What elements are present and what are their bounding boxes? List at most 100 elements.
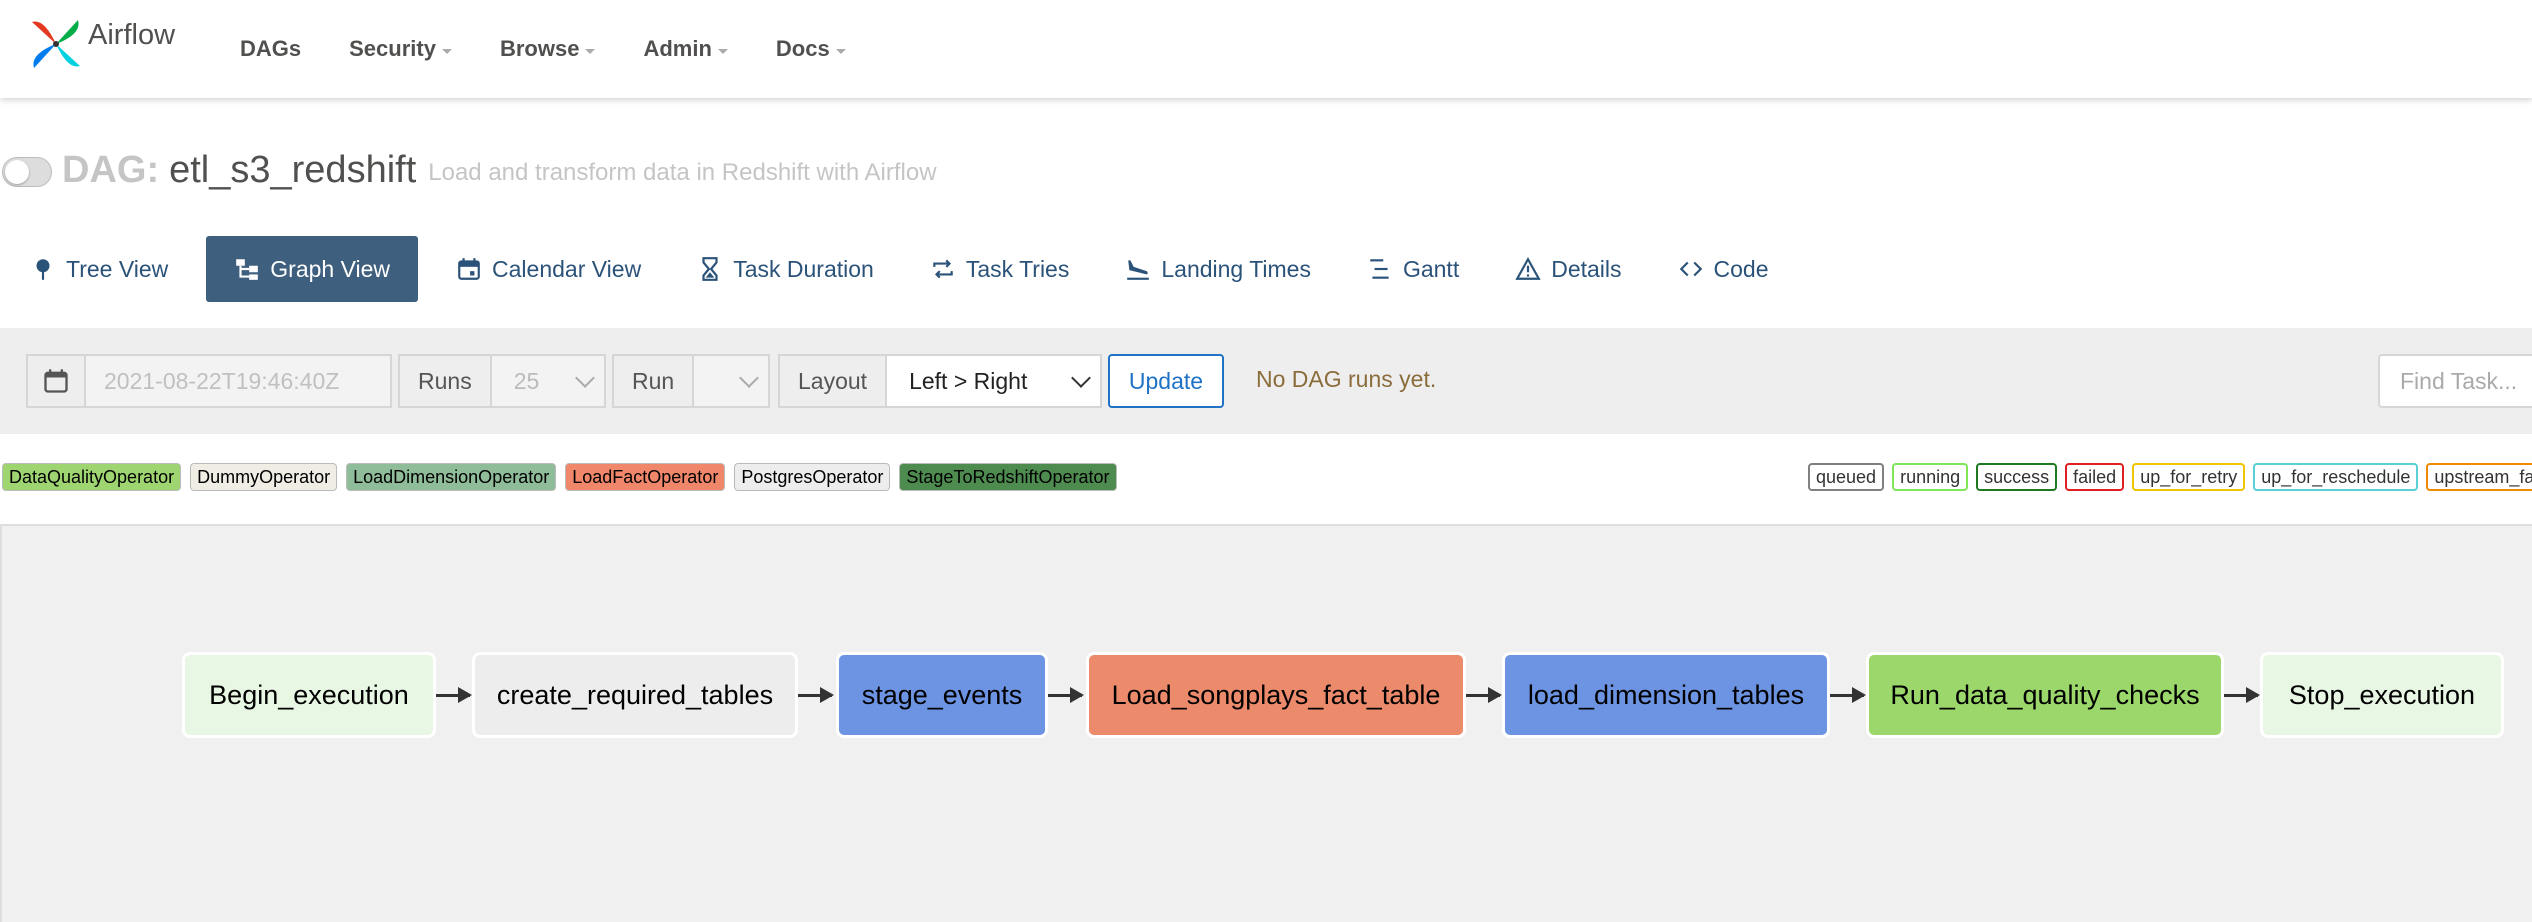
update-button[interactable]: Update [1108, 354, 1224, 408]
caret-down-icon [717, 48, 728, 54]
runs-select-value: 25 [513, 367, 540, 394]
state-filter[interactable]: queued [1808, 463, 1885, 491]
tab-landing-times[interactable]: Landing Times [1097, 236, 1339, 302]
nav-docs-label: Docs [775, 36, 830, 61]
run-group: Run [612, 354, 770, 408]
chevron-down-icon [575, 368, 595, 388]
base-date-group: 2021-08-22T19:46:40Z [26, 354, 392, 408]
dag-title: etl_s3_redshift [169, 148, 417, 191]
nav-admin-label: Admin [643, 36, 712, 61]
state-filter[interactable]: up_for_reschedule [2253, 463, 2419, 491]
nav-browse-label: Browse [499, 36, 580, 61]
calendar-icon [458, 258, 480, 280]
legend-operator: DummyOperator [190, 463, 338, 491]
top-navbar: Airflow DAGs Security Browse Admin Docs [0, 0, 2532, 98]
nav-dags-label: DAGs [240, 36, 302, 61]
caret-down-icon [835, 48, 846, 54]
operator-legend: DataQualityOperator DummyOperator LoadDi… [2, 463, 1126, 491]
tab-label: Task Tries [965, 255, 1070, 282]
run-select[interactable] [694, 356, 768, 406]
legend-operator: LoadDimensionOperator [346, 463, 557, 491]
tab-tree-view[interactable]: Tree View [0, 236, 196, 302]
tab-label: Gantt [1402, 255, 1460, 282]
tab-gantt[interactable]: Gantt [1339, 236, 1487, 302]
layout-select-value: Left > Right [909, 367, 1028, 394]
task-node[interactable]: Begin_execution [182, 652, 436, 738]
dag-graph-canvas[interactable]: Begin_execution create_required_tables s… [0, 524, 2532, 922]
nav-security-label: Security [349, 36, 436, 61]
edge-arrow [436, 687, 472, 703]
layout-label: Layout [780, 356, 888, 406]
tab-label: Landing Times [1161, 255, 1311, 282]
edge-arrow [1048, 687, 1084, 703]
legend-operator: PostgresOperator [734, 463, 891, 491]
dag-description: Load and transform data in Redshift with… [428, 159, 937, 186]
tab-task-duration[interactable]: Task Duration [669, 236, 902, 302]
nav-dags[interactable]: DAGs [240, 36, 301, 62]
legend-operator: LoadFactOperator [565, 463, 726, 491]
caret-down-icon [441, 48, 452, 54]
edge-arrow [2224, 687, 2260, 703]
graph-view-icon [236, 259, 259, 280]
legend-operator: StageToRedshiftOperator [899, 463, 1117, 491]
status-message: No DAG runs yet. [1256, 366, 1437, 392]
task-node[interactable]: stage_events [836, 652, 1048, 738]
task-node[interactable]: Run_data_quality_checks [1866, 652, 2224, 738]
find-task-input[interactable]: Find Task... [2378, 354, 2532, 408]
nav-browse-dropdown[interactable]: Browse [499, 36, 596, 62]
task-node[interactable]: load_dimension_tables [1502, 652, 1830, 738]
hourglass-icon [702, 257, 718, 281]
dag-prefix: DAG: [62, 148, 160, 191]
runs-label: Runs [400, 356, 492, 406]
nav-docs-dropdown[interactable]: Docs [776, 36, 846, 62]
state-filter[interactable]: success [1976, 463, 2058, 491]
tree-view-icon [36, 259, 50, 280]
edge-arrow [1466, 687, 1502, 703]
tab-details[interactable]: Details [1487, 236, 1649, 302]
airflow-logo-icon [32, 20, 80, 68]
caret-down-icon [585, 48, 596, 54]
repeat-icon [933, 259, 953, 279]
tab-label: Task Duration [733, 255, 874, 282]
runs-group: Runs 25 [398, 354, 606, 408]
state-filter[interactable]: upstream_failed [2426, 463, 2532, 491]
base-date-input[interactable]: 2021-08-22T19:46:40Z [86, 356, 357, 406]
brand-link[interactable]: Airflow [26, 14, 175, 74]
code-icon [1679, 261, 1702, 277]
brand-name: Airflow [88, 18, 176, 51]
dag-pause-toggle[interactable] [2, 157, 52, 187]
chevron-down-icon [1071, 368, 1091, 388]
layout-group: Layout Left > Right [778, 354, 1102, 408]
tab-graph-view[interactable]: Graph View [206, 236, 419, 302]
runs-select[interactable]: 25 [492, 356, 604, 406]
tab-label: Code [1713, 255, 1769, 282]
nav-security-dropdown[interactable]: Security [349, 36, 452, 62]
tab-calendar-view[interactable]: Calendar View [428, 236, 669, 302]
run-label: Run [614, 356, 695, 406]
graph-controls: 2021-08-22T19:46:40Z Runs 25 Run Layout … [0, 328, 2532, 434]
gantt-icon [1370, 259, 1389, 279]
layout-select[interactable]: Left > Right [887, 356, 1100, 406]
state-filter[interactable]: up_for_retry [2132, 463, 2246, 491]
task-node[interactable]: create_required_tables [472, 652, 798, 738]
tab-task-tries[interactable]: Task Tries [902, 236, 1098, 302]
dag-header: DAG: etl_s3_redshift Load and transform … [0, 140, 937, 200]
tab-label: Tree View [66, 255, 169, 282]
tab-code[interactable]: Code [1650, 236, 1797, 302]
state-legend: queued running success failed up_for_ret… [1808, 463, 2532, 491]
state-filter[interactable]: failed [2065, 463, 2125, 491]
state-filter[interactable]: running [1892, 463, 1969, 491]
view-tabs: Tree View Graph View Calendar View Task … [0, 236, 1797, 302]
task-node[interactable]: Load_songplays_fact_table [1086, 652, 1466, 738]
edge-arrow [1830, 687, 1866, 703]
main-nav: DAGs Security Browse Admin Docs [240, 0, 894, 98]
chevron-down-icon [739, 368, 759, 388]
calendar-picker-button[interactable] [28, 356, 86, 406]
nav-admin-dropdown[interactable]: Admin [643, 36, 728, 62]
edge-arrow [798, 687, 834, 703]
warning-icon [1515, 257, 1541, 280]
tab-label: Graph View [270, 255, 391, 282]
tab-label: Calendar View [492, 255, 642, 282]
task-node[interactable]: Stop_execution [2260, 652, 2504, 738]
tab-label: Details [1551, 255, 1622, 282]
